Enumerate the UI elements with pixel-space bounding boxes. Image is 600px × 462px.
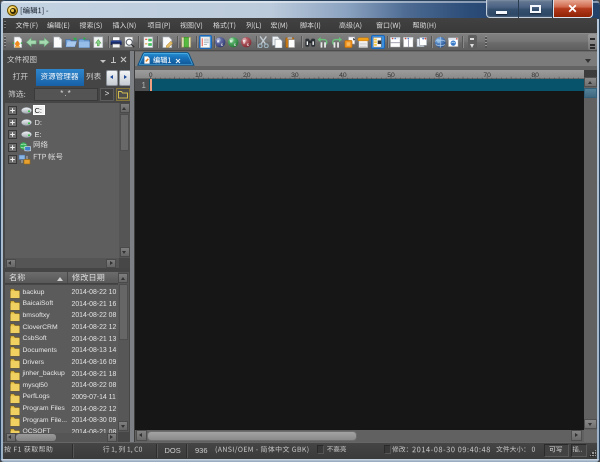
svg-text:50: 50 (387, 72, 395, 79)
svg-text:10: 10 (195, 72, 203, 79)
svg-text:g: g (243, 38, 246, 43)
svg-text:40: 40 (339, 72, 347, 79)
svg-text:0: 0 (149, 72, 153, 79)
svg-text:60: 60 (435, 72, 443, 79)
svg-text:30: 30 (291, 72, 299, 79)
svg-text:70: 70 (483, 72, 491, 79)
svg-text:80: 80 (531, 72, 539, 79)
svg-text:20: 20 (243, 72, 251, 79)
svg-text:u: u (230, 38, 233, 43)
